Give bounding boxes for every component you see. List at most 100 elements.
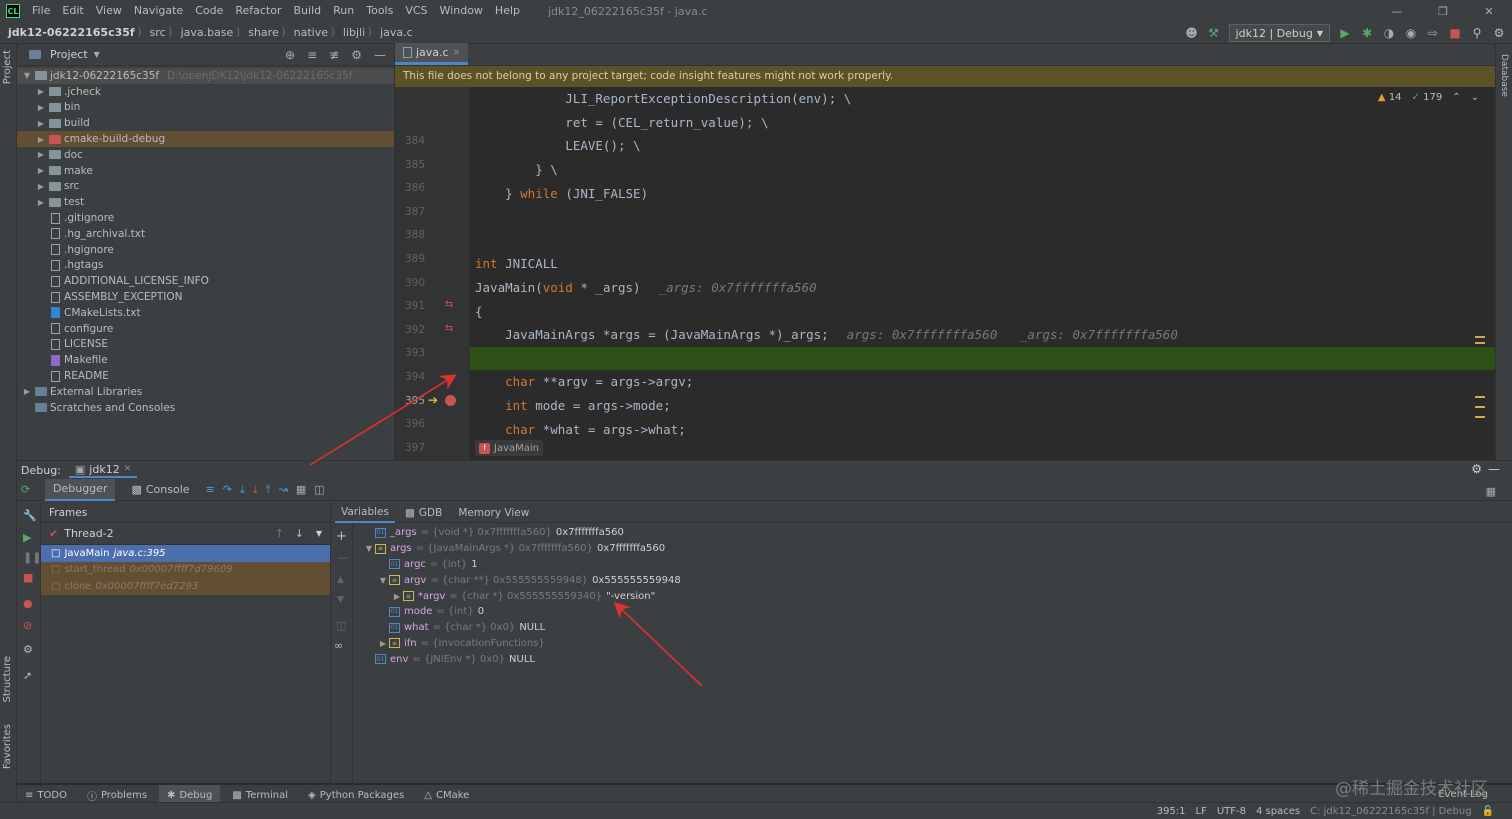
tree-item[interactable]: ▶ make	[17, 163, 394, 179]
navigate-declaration-icon[interactable]: ⇆	[445, 323, 453, 334]
rerun-icon[interactable]: ⟳	[21, 483, 37, 496]
expand-all-icon[interactable]: ≡	[307, 48, 317, 62]
view-breakpoints-icon[interactable]: ●	[23, 597, 33, 610]
tree-item[interactable]: ▶ build	[17, 115, 394, 131]
tree-item[interactable]: configure	[17, 321, 394, 337]
restore-layout-icon[interactable]: ▦	[1486, 485, 1496, 498]
tab-variables[interactable]: Variables	[335, 503, 395, 523]
project-tool-tab[interactable]: Project	[2, 50, 13, 84]
collapse-all-icon[interactable]: ≢	[329, 48, 339, 62]
chevron-right-icon[interactable]: ▶	[391, 592, 403, 601]
variable-row[interactable]: ▶ ≡ ifn = {InvocationFunctions}	[377, 636, 549, 652]
code-line[interactable]: } \	[475, 158, 558, 182]
variable-row[interactable]: ▶ ≡ *argv = {char *} 0x555555559340} "-versi…	[391, 588, 655, 604]
run-to-cursor-icon[interactable]: ↝	[279, 483, 288, 496]
stop-debug-icon[interactable]: ■	[23, 571, 33, 584]
favorites-tool-tab[interactable]: Favorites	[2, 724, 13, 769]
breadcrumb-share[interactable]: share	[240, 26, 282, 39]
gear-icon[interactable]: ⚙	[351, 48, 362, 62]
database-tool-tab[interactable]: Database	[1499, 54, 1509, 97]
run-configuration-select[interactable]: jdk12 | Debug ▼	[1228, 24, 1330, 42]
arrow-down-icon[interactable]: ↓	[295, 527, 304, 540]
breadcrumb-native[interactable]: native	[286, 26, 331, 39]
variable-row[interactable]: 01 argc = {int} 1	[377, 557, 478, 573]
tree-item[interactable]: .hgtags	[17, 258, 394, 274]
menu-code[interactable]: Code	[189, 0, 229, 22]
thread-selector[interactable]: ✔ Thread-2 ↑ ↓ ▼	[41, 523, 330, 545]
breakpoint-icon[interactable]	[445, 394, 456, 406]
inspection-widget[interactable]: ▲ 14 ✓ 179 ⌃ ⌄	[1378, 92, 1479, 103]
stack-frame[interactable]: □ start_thread 0x00007ffff7d79609	[41, 561, 330, 578]
run-icon[interactable]: ▶	[1338, 26, 1352, 40]
variable-row[interactable]: 01 _args = {void *} 0x7fffffffa560} 0x7ffff…	[363, 525, 624, 541]
breadcrumb-root[interactable]: jdk12-06222165c35f	[0, 26, 138, 39]
variable-row[interactable]: 01 what = {char *} 0x0} NULL	[377, 620, 545, 636]
scroll-marker[interactable]	[1475, 406, 1485, 408]
chevron-up-icon[interactable]: ⌃	[1452, 92, 1460, 103]
tree-item[interactable]: ▶ bin	[17, 100, 394, 116]
chevron-down-icon[interactable]: ▼	[316, 529, 322, 538]
attach-debugger-icon[interactable]: ⇨	[1426, 26, 1440, 40]
variable-row[interactable]: 01 mode = {int} 0	[377, 604, 484, 620]
chevron-right-icon[interactable]: ▶	[35, 198, 47, 207]
move-up-icon[interactable]: ▲	[337, 575, 344, 585]
scroll-marker[interactable]	[1475, 396, 1485, 398]
menu-view[interactable]: View	[90, 0, 128, 22]
code-line[interactable]: int mode = args->mode;	[475, 394, 671, 418]
tree-item[interactable]: LICENSE	[17, 337, 394, 353]
code-line[interactable]: char *what = args->what;	[475, 417, 686, 441]
tree-root[interactable]: ▼ jdk12-06222165c35f D:\openJDK12\jdk12-…	[17, 68, 394, 84]
scroll-marker[interactable]	[1475, 336, 1485, 338]
menu-file[interactable]: File	[26, 0, 56, 22]
variable-row[interactable]: ▼ ≡ args = {JavaMainArgs *} 0x7fffffffa560}…	[363, 541, 665, 557]
gear-icon[interactable]: ⚙	[1471, 462, 1482, 476]
hide-panel-icon[interactable]: —	[374, 48, 386, 62]
code-line[interactable]: {	[475, 299, 483, 323]
debug-bug-icon[interactable]: ✱	[1360, 26, 1374, 40]
mute-breakpoints-icon[interactable]: ⊘	[23, 619, 32, 632]
tree-item[interactable]: .gitignore	[17, 210, 394, 226]
function-breadcrumb[interactable]: f JavaMain	[475, 440, 543, 456]
scroll-marker[interactable]	[1475, 342, 1485, 344]
duplicate-watch-icon[interactable]: ◫	[336, 619, 346, 632]
pin-icon[interactable]: ➚	[23, 669, 32, 682]
variable-row[interactable]: 01 env = {JNIEnv *} 0x0} NULL	[363, 651, 535, 667]
locate-icon[interactable]: ⊕	[285, 48, 295, 62]
navigate-declaration-icon[interactable]: ⇆	[445, 299, 453, 310]
chevron-right-icon[interactable]: ▶	[35, 103, 47, 112]
menu-tools[interactable]: Tools	[360, 0, 399, 22]
code-line[interactable]: JLI_ReportExceptionDescription(env); \	[475, 87, 851, 111]
tab-gdb[interactable]: ▩ GDB	[399, 503, 448, 523]
debug-session-tab[interactable]: ▣ jdk12 ✕	[68, 463, 138, 478]
tab-console[interactable]: ▩ Console	[123, 479, 197, 501]
menu-vcs[interactable]: VCS	[399, 0, 433, 22]
breadcrumb-java-base[interactable]: java.base	[173, 26, 237, 39]
chevron-down-icon[interactable]: ▼	[21, 71, 33, 80]
tree-item[interactable]: Makefile	[17, 352, 394, 368]
code-line[interactable]: char **argv = args->argv;	[475, 370, 693, 394]
tree-item[interactable]: README	[17, 368, 394, 384]
tab-java-c[interactable]: java.c ✕	[395, 43, 469, 65]
tree-item[interactable]: CMakeLists.txt	[17, 305, 394, 321]
tree-item[interactable]: ▶ test	[17, 194, 394, 210]
tab-memory-view[interactable]: Memory View	[452, 503, 535, 523]
tree-scratches[interactable]: Scratches and Consoles	[17, 400, 394, 416]
chevron-right-icon[interactable]: ▶	[35, 150, 47, 159]
menu-refactor[interactable]: Refactor	[229, 0, 287, 22]
restore-icon[interactable]: ❐	[1420, 0, 1466, 22]
scroll-marker[interactable]	[1475, 416, 1485, 418]
stack-frame[interactable]: □ JavaMain java.c:395	[41, 545, 330, 562]
coverage-icon[interactable]: ◑	[1382, 26, 1396, 40]
status-line-separator[interactable]: LF	[1196, 806, 1207, 817]
tree-item[interactable]: ▶ doc	[17, 147, 394, 163]
structure-tool-tab[interactable]: Structure	[2, 656, 13, 703]
chevron-right-icon[interactable]: ▶	[35, 135, 47, 144]
code-line[interactable]: LEAVE(); \	[475, 134, 640, 158]
chevron-down-icon[interactable]: ▼	[377, 576, 389, 585]
close-window-icon[interactable]: ✕	[1466, 0, 1512, 22]
code-line[interactable]: int JNICALL	[475, 252, 558, 276]
force-step-into-icon[interactable]: ⤓	[253, 483, 258, 497]
tree-item[interactable]: .hgignore	[17, 242, 394, 258]
chevron-right-icon[interactable]: ▶	[377, 639, 389, 648]
user-icon[interactable]: ☻	[1185, 26, 1199, 40]
